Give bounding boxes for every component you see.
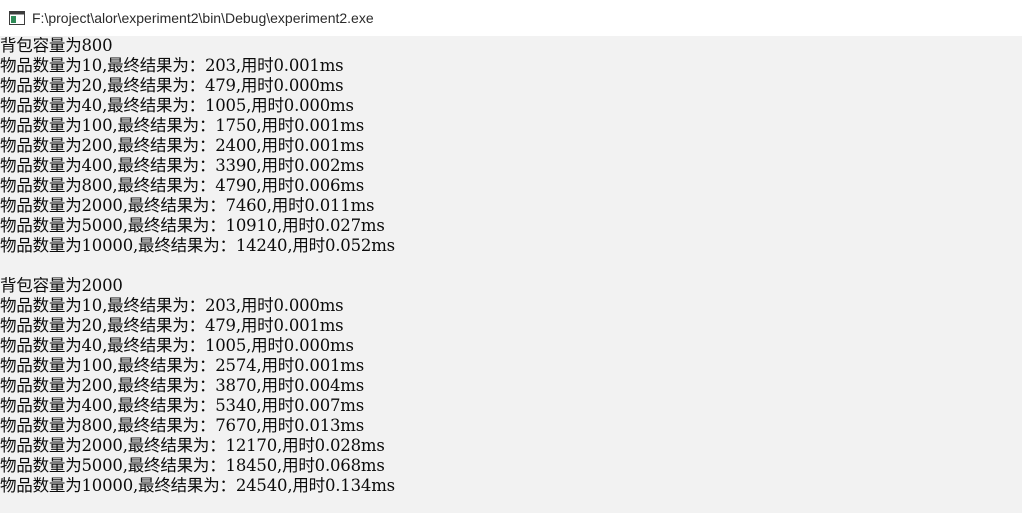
title-bar[interactable]: F:\project\alor\experiment2\bin\Debug\ex… [0,0,1022,36]
console-window: F:\project\alor\experiment2\bin\Debug\ex… [0,0,1022,513]
output-line: 物品数量为10,最终结果为：203,用时0.001ms [0,56,344,75]
output-block-capacity-800: 背包容量为800 物品数量为10,最终结果为：203,用时0.001ms 物品数… [0,36,395,256]
console-app-icon-graphic [9,11,25,25]
output-line: 物品数量为20,最终结果为：479,用时0.000ms [0,76,344,95]
output-line: 物品数量为5000,最终结果为：10910,用时0.027ms [0,216,385,235]
output-line: 物品数量为100,最终结果为：1750,用时0.001ms [0,116,365,135]
output-line: 物品数量为10000,最终结果为：24540,用时0.134ms [0,476,395,495]
output-line: 物品数量为400,最终结果为：3390,用时0.002ms [0,156,365,175]
output-block-capacity-2000: 背包容量为2000 物品数量为10,最终结果为：203,用时0.000ms 物品… [0,276,395,496]
console-app-icon[interactable] [9,11,25,25]
output-line: 物品数量为800,最终结果为：7670,用时0.013ms [0,416,365,435]
output-line: 物品数量为100,最终结果为：2574,用时0.001ms [0,356,365,375]
output-line: 物品数量为400,最终结果为：5340,用时0.007ms [0,396,365,415]
output-line: 物品数量为10000,最终结果为：14240,用时0.052ms [0,236,395,255]
output-line: 物品数量为2000,最终结果为：12170,用时0.028ms [0,436,385,455]
output-line: 物品数量为2000,最终结果为：7460,用时0.011ms [0,196,375,215]
output-line: 物品数量为800,最终结果为：4790,用时0.006ms [0,176,365,195]
console-output[interactable]: 背包容量为800 物品数量为10,最终结果为：203,用时0.001ms 物品数… [0,36,1022,513]
output-line: 物品数量为200,最终结果为：3870,用时0.004ms [0,376,365,395]
output-line: 物品数量为20,最终结果为：479,用时0.001ms [0,316,344,335]
output-line: 物品数量为40,最终结果为：1005,用时0.000ms [0,96,354,115]
output-line: 物品数量为10,最终结果为：203,用时0.000ms [0,296,344,315]
output-line: 物品数量为40,最终结果为：1005,用时0.000ms [0,336,354,355]
window-title: F:\project\alor\experiment2\bin\Debug\ex… [32,10,374,26]
block-header: 背包容量为2000 [0,276,123,295]
block-header: 背包容量为800 [0,36,113,55]
output-line: 物品数量为200,最终结果为：2400,用时0.001ms [0,136,365,155]
output-line: 物品数量为5000,最终结果为：18450,用时0.068ms [0,456,385,475]
